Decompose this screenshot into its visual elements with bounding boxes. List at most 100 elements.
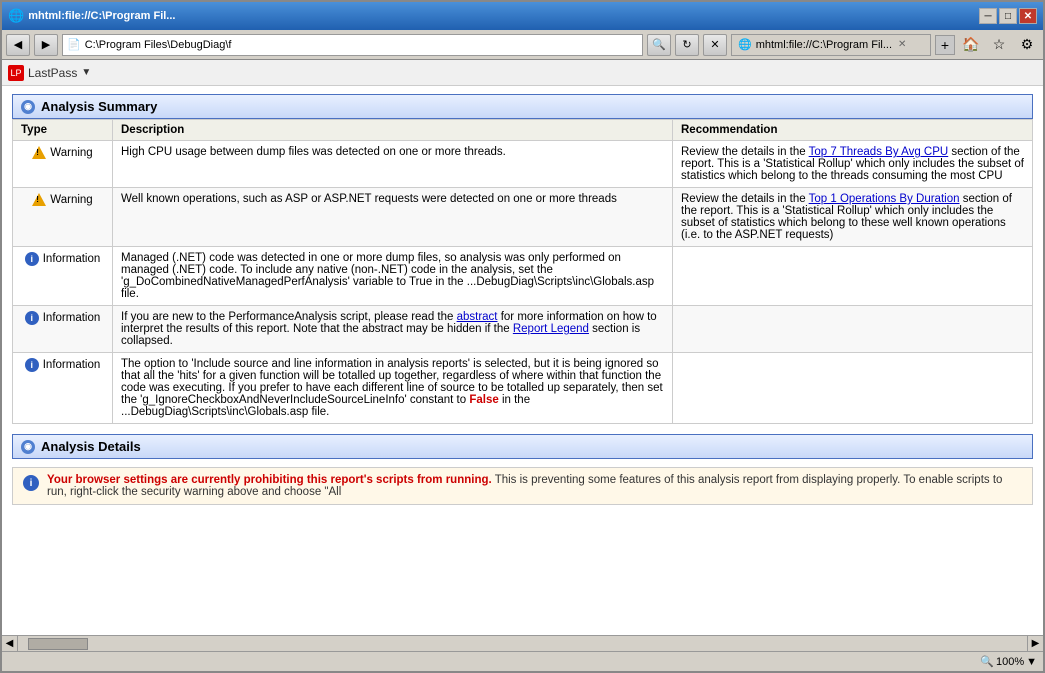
maximize-button[interactable]: □ <box>999 8 1017 24</box>
desc-cell-2: Well known operations, such as ASP or AS… <box>113 188 673 247</box>
desc-text-1: High CPU usage between dump files was de… <box>121 146 506 158</box>
analysis-summary-section: ◉ Analysis Summary Type Description Reco… <box>12 94 1033 424</box>
info-banner-bold: Your browser settings are currently proh… <box>47 474 492 486</box>
warning-label-1: Warning <box>50 147 92 159</box>
type-cell-info2: i Information <box>13 306 113 353</box>
address-url: C:\Program Files\DebugDiag\f <box>85 39 232 51</box>
warning-triangle-1 <box>32 146 46 159</box>
close-button[interactable]: ✕ <box>1019 8 1037 24</box>
rec-cell-2: Review the details in the Top 1 Operatio… <box>673 188 1033 247</box>
refresh-button[interactable]: ↻ <box>675 34 699 56</box>
report-legend-link[interactable]: Report Legend <box>513 323 589 335</box>
title-bar-title: mhtml:file://C:\Program Fil... <box>28 10 175 22</box>
info-banner: i Your browser settings are currently pr… <box>12 467 1033 505</box>
info-icon-1: i <box>25 252 39 266</box>
analysis-table: Type Description Recommendation Warning <box>12 119 1033 424</box>
browser-icon: 🌐 <box>8 8 24 24</box>
search-button[interactable]: 🔍 <box>647 34 671 56</box>
status-bar: 🔍 100% ▼ <box>2 651 1043 671</box>
toolbar-row: ◀ ▶ 📄 C:\Program Files\DebugDiag\f 🔍 ↻ ✕… <box>2 30 1043 60</box>
rec-prefix-1: Review the details in the <box>681 146 809 158</box>
desc-prefix-5: The option to 'Include source and line i… <box>121 358 663 406</box>
lastpass-row: LP LastPass ▼ <box>2 60 1043 86</box>
analysis-details-section: ◉ Analysis Details i Your browser settin… <box>12 434 1033 505</box>
desc-cell-3: Managed (.NET) code was detected in one … <box>113 247 673 306</box>
address-favicon: 📄 <box>67 38 81 51</box>
analysis-details-header: ◉ Analysis Details <box>12 434 1033 459</box>
details-section-icon[interactable]: ◉ <box>21 440 35 454</box>
table-row: i Information The option to 'Include sou… <box>13 353 1033 424</box>
favorites-button[interactable]: ☆ <box>987 34 1011 56</box>
warning-label-2: Warning <box>50 194 92 206</box>
warning-icon-1: Warning <box>32 146 92 159</box>
title-bar-left: 🌐 mhtml:file://C:\Program Fil... <box>8 8 175 24</box>
title-bar-controls: ─ □ ✕ <box>979 8 1037 24</box>
zoom-control[interactable]: 🔍 100% ▼ <box>980 655 1037 668</box>
h-scroll-thumb[interactable] <box>28 638 88 650</box>
scroll-container[interactable]: ◉ Analysis Summary Type Description Reco… <box>2 86 1043 635</box>
desc-prefix-4: If you are new to the PerformanceAnalysi… <box>121 311 457 323</box>
title-bar: 🌐 mhtml:file://C:\Program Fil... ─ □ ✕ <box>2 2 1043 30</box>
info-icon-2: i <box>25 311 39 325</box>
info-icon-2-container: i Information <box>25 311 101 325</box>
analysis-summary-header: ◉ Analysis Summary <box>12 94 1033 119</box>
lastpass-dropdown-arrow[interactable]: ▼ <box>81 67 91 78</box>
section-collapse-icon[interactable]: ◉ <box>21 100 35 114</box>
table-row: Warning High CPU usage between dump file… <box>13 141 1033 188</box>
info-icon-3-container: i Information <box>25 358 101 372</box>
h-scroll-track <box>18 636 1027 651</box>
col-recommendation: Recommendation <box>673 120 1033 141</box>
lastpass-icon: LP <box>8 65 24 81</box>
zoom-icon: 🔍 <box>980 655 994 668</box>
info-label-1: Information <box>43 253 101 265</box>
info-banner-icon: i <box>23 475 39 491</box>
address-bar[interactable]: 📄 C:\Program Files\DebugDiag\f <box>62 34 643 56</box>
home-button[interactable]: 🏠 <box>959 34 983 56</box>
new-tab-button[interactable]: + <box>935 35 955 55</box>
type-cell-warning2: Warning <box>13 188 113 247</box>
desc-cell-1: High CPU usage between dump files was de… <box>113 141 673 188</box>
back-button[interactable]: ◀ <box>6 34 30 56</box>
analysis-summary-title: Analysis Summary <box>41 99 157 114</box>
false-highlight: False <box>469 394 498 406</box>
zoom-dropdown-arrow[interactable]: ▼ <box>1026 656 1037 668</box>
desc-cell-5: The option to 'Include source and line i… <box>113 353 673 424</box>
tab-favicon: 🌐 <box>738 38 752 51</box>
horizontal-scrollbar[interactable]: ◀ ▶ <box>2 635 1043 651</box>
col-type: Type <box>13 120 113 141</box>
top7-threads-link[interactable]: Top 7 Threads By Avg CPU <box>809 146 949 158</box>
top1-operations-link[interactable]: Top 1 Operations By Duration <box>809 193 960 205</box>
rec-cell-5 <box>673 353 1033 424</box>
type-cell-info1: i Information <box>13 247 113 306</box>
type-cell-warning1: Warning <box>13 141 113 188</box>
info-label-2: Information <box>43 312 101 324</box>
h-scroll-right-btn[interactable]: ▶ <box>1027 636 1043 651</box>
warning-triangle-2 <box>32 193 46 206</box>
analysis-details-title: Analysis Details <box>41 439 141 454</box>
desc-cell-4: If you are new to the PerformanceAnalysi… <box>113 306 673 353</box>
tab-area[interactable]: 🌐 mhtml:file://C:\Program Fil... ✕ <box>731 34 931 56</box>
h-scroll-left-btn[interactable]: ◀ <box>2 636 18 651</box>
zoom-value: 100% <box>996 656 1024 668</box>
tab-close-button[interactable]: ✕ <box>898 39 906 50</box>
table-row: Warning Well known operations, such as A… <box>13 188 1033 247</box>
abstract-link[interactable]: abstract <box>457 311 498 323</box>
desc-text-3: Managed (.NET) code was detected in one … <box>121 252 654 300</box>
info-label-3: Information <box>43 359 101 371</box>
table-header-row: Type Description Recommendation <box>13 120 1033 141</box>
stop-button[interactable]: ✕ <box>703 34 727 56</box>
settings-button[interactable]: ⚙ <box>1015 34 1039 56</box>
info-banner-text: Your browser settings are currently proh… <box>47 474 1022 498</box>
rec-prefix-2: Review the details in the <box>681 193 809 205</box>
forward-button[interactable]: ▶ <box>34 34 58 56</box>
rec-cell-4 <box>673 306 1033 353</box>
warning-icon-2: Warning <box>32 193 92 206</box>
tab-label: mhtml:file://C:\Program Fil... <box>756 39 892 51</box>
type-cell-info3: i Information <box>13 353 113 424</box>
main-content: ◉ Analysis Summary Type Description Reco… <box>2 86 1043 651</box>
col-description: Description <box>113 120 673 141</box>
main-window: 🌐 mhtml:file://C:\Program Fil... ─ □ ✕ ◀… <box>0 0 1045 673</box>
rec-cell-1: Review the details in the Top 7 Threads … <box>673 141 1033 188</box>
table-row: i Information Managed (.NET) code was de… <box>13 247 1033 306</box>
minimize-button[interactable]: ─ <box>979 8 997 24</box>
